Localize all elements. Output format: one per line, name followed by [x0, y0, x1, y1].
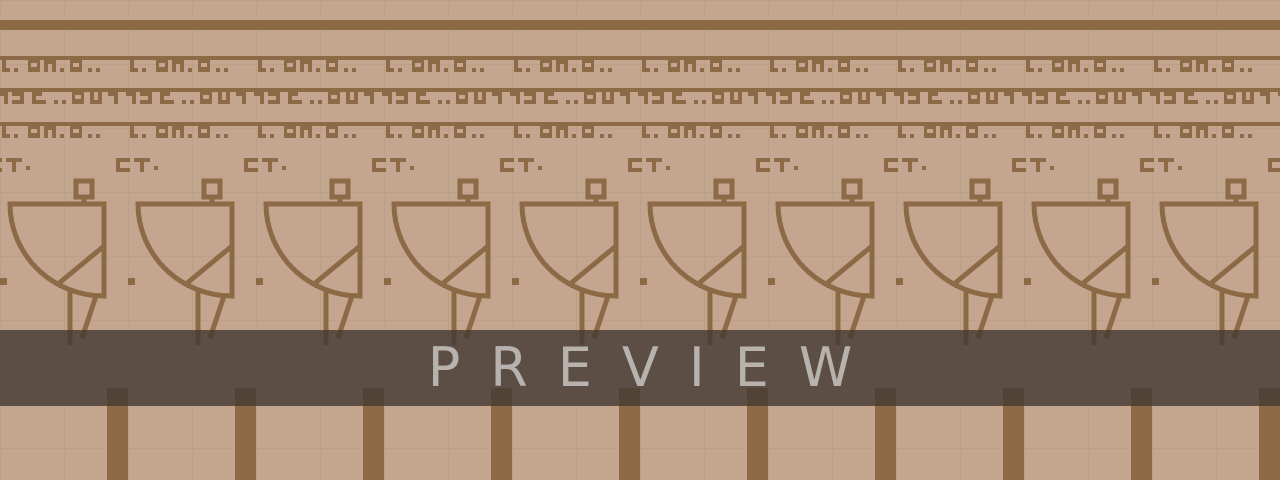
- dot: [128, 278, 135, 285]
- dot: [640, 278, 647, 285]
- dot: [0, 278, 7, 285]
- dot: [256, 278, 263, 285]
- top-border: [0, 20, 1280, 30]
- dot: [1024, 278, 1031, 285]
- dot: [512, 278, 519, 285]
- dot: [384, 278, 391, 285]
- ornamental-pattern: [0, 0, 1280, 480]
- preview-label: PREVIEW: [427, 336, 883, 399]
- dot: [1152, 278, 1159, 285]
- dot: [768, 278, 775, 285]
- dot: [896, 278, 903, 285]
